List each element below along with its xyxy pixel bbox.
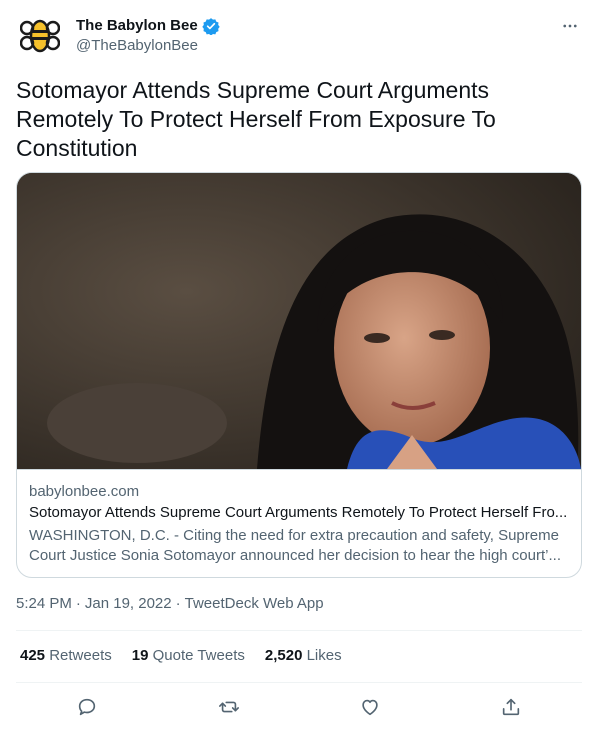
likes-stat[interactable]: 2,520 Likes	[265, 646, 342, 666]
more-icon[interactable]	[558, 14, 582, 38]
tweet-timestamp: 5:24 PM · Jan 19, 2022 · TweetDeck Web App	[16, 594, 324, 614]
dot-separator: ·	[75, 595, 81, 612]
likes-count: 2,520	[264, 647, 303, 664]
card-domain: babylonbee.com	[29, 483, 140, 500]
tweet-stats: 425 Retweets 19 Quote Tweets 2,520 Likes	[20, 646, 342, 666]
card-meta[interactable]: babylonbee.com Sotomayor Attends Supreme…	[17, 469, 581, 577]
retweets-label: Retweets	[49, 647, 112, 664]
quotes-label: Quote Tweets	[152, 647, 245, 664]
heart-icon[interactable]	[353, 690, 387, 724]
account-name-block: The Babylon Bee @TheBabylonBee	[76, 16, 220, 56]
card-title: Sotomayor Attends Supreme Court Argument…	[29, 504, 568, 521]
share-icon[interactable]	[494, 690, 528, 724]
avatar[interactable]	[16, 12, 64, 60]
display-name-row[interactable]: The Babylon Bee	[76, 16, 220, 36]
link-card[interactable]: babylonbee.com Sotomayor Attends Supreme…	[16, 172, 582, 578]
tweet-text: Sotomayor Attends Supreme Court Argument…	[16, 77, 496, 161]
tweet-time[interactable]: 5:24 PM	[16, 595, 72, 612]
retweet-icon[interactable]	[212, 690, 246, 724]
likes-label: Likes	[306, 647, 342, 664]
divider	[16, 682, 582, 683]
divider	[16, 630, 582, 631]
tweet-header: The Babylon Bee @TheBabylonBee	[16, 12, 582, 60]
retweets-count: 425	[20, 647, 46, 664]
handle[interactable]: @TheBabylonBee	[76, 36, 220, 56]
tweet-date[interactable]: Jan 19, 2022	[85, 595, 172, 612]
reply-icon[interactable]	[70, 690, 104, 724]
tweet-source[interactable]: TweetDeck Web App	[185, 595, 324, 612]
retweets-stat[interactable]: 425 Retweets	[20, 646, 112, 666]
bee-logo-icon	[20, 19, 60, 53]
quotes-stat[interactable]: 19 Quote Tweets	[132, 646, 245, 666]
card-description: WASHINGTON, D.C. - Citing the need for e…	[29, 527, 561, 564]
quotes-count: 19	[131, 647, 149, 664]
display-name[interactable]: The Babylon Bee	[76, 16, 198, 36]
dot-separator: ·	[175, 595, 181, 612]
verified-badge-icon	[202, 18, 220, 35]
card-photo	[17, 173, 581, 469]
tweet-actions	[16, 690, 582, 724]
card-image[interactable]	[17, 173, 581, 469]
